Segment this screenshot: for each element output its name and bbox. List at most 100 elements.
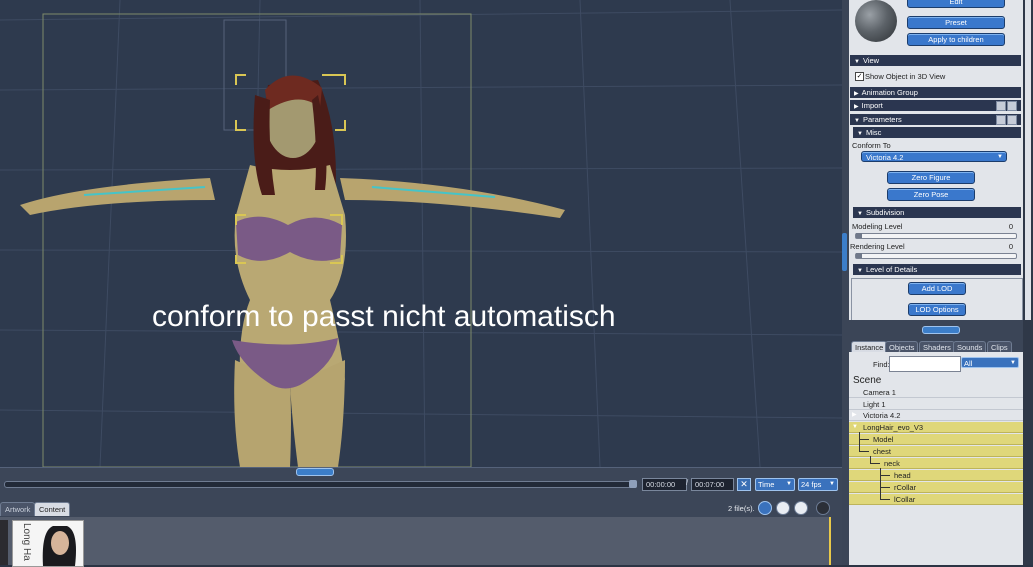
rendering-level-label: Rendering Level	[850, 242, 905, 251]
tree-item-light[interactable]: Light 1	[849, 399, 1023, 410]
zero-figure-button[interactable]: Zero Figure	[887, 171, 975, 184]
tree-item-label: head	[894, 471, 911, 480]
expand-down-icon: ▼	[854, 118, 860, 124]
chevron-down-icon: ▼	[786, 481, 792, 487]
find-input[interactable]	[889, 356, 961, 372]
overlay-caption: conform to passt nicht automatisch	[152, 300, 616, 333]
floor-grid	[0, 0, 842, 467]
timeline-bar: 00:00:00 / 00:07:00 ✕ Time ▼ 24 fps ▼	[0, 467, 842, 502]
tree-connector	[880, 468, 881, 500]
thumbnail-label: Long Ha	[21, 523, 32, 561]
tree-item-label: Victoria 4.2	[863, 411, 901, 420]
tree-connector	[880, 487, 890, 488]
panel-resize-grip[interactable]	[842, 233, 847, 271]
filter-value: All	[964, 359, 973, 368]
tree-item-lcollar[interactable]: lCollar	[849, 494, 1023, 505]
section-parameters-label: Parameters	[862, 115, 902, 124]
close-icon[interactable]: ✕	[737, 478, 751, 491]
right-scrollbar[interactable]	[1023, 0, 1033, 565]
tree-item-label: LongHair_evo_V3	[863, 423, 924, 432]
nav-forward-button[interactable]	[776, 501, 790, 515]
content-scrollbar[interactable]	[829, 517, 831, 565]
chevron-down-icon: ▼	[1010, 360, 1016, 366]
3d-viewport[interactable]: conform to passt nicht automatisch	[0, 0, 842, 467]
tree-item-head[interactable]: head	[849, 470, 1023, 481]
tab-artwork[interactable]: Artwork	[0, 502, 36, 516]
time-separator: /	[686, 478, 689, 487]
section-misc-label: Misc	[865, 128, 882, 137]
tree-item-rcollar[interactable]: rCollar	[849, 482, 1023, 493]
slider-knob[interactable]	[856, 233, 862, 238]
section-view[interactable]: ▼ View	[850, 55, 1021, 66]
expand-down-icon: ▼	[857, 131, 863, 137]
slider-knob[interactable]	[856, 253, 862, 258]
content-panel: Artwork Content 2 file(s). Long Ha	[0, 501, 842, 567]
content-thumbnail-partial[interactable]	[0, 520, 8, 565]
file-count: 2 file(s).	[728, 504, 755, 513]
current-time-field[interactable]: 00:00:00	[642, 478, 687, 491]
time-mode-dropdown[interactable]: Time ▼	[755, 478, 795, 491]
modeling-level-slider[interactable]	[855, 233, 1017, 239]
tree-item-label: lCollar	[894, 495, 916, 504]
edit-button[interactable]: Edit	[907, 0, 1005, 8]
save-icon[interactable]	[996, 101, 1006, 111]
section-import-label: Import	[861, 101, 883, 110]
rendering-level-slider[interactable]	[855, 253, 1017, 259]
tab-content[interactable]: Content	[34, 502, 71, 516]
tree-item-label: Light 1	[863, 400, 886, 409]
expand-right-icon[interactable]: ▶	[852, 410, 857, 421]
show-object-label: Show Object in 3D View	[865, 72, 946, 81]
apply-to-children-button[interactable]: Apply to children	[907, 33, 1005, 46]
tree-item-model[interactable]: Model	[849, 434, 1023, 445]
filter-dropdown[interactable]: All ▼	[961, 357, 1019, 368]
modeling-level-value: 0	[1008, 222, 1013, 231]
expand-right-icon: ▶	[854, 104, 859, 110]
section-subdivision-label: Subdivision	[865, 208, 905, 217]
tree-item-longhair[interactable]: ▼ LongHair_evo_V3	[849, 422, 1023, 433]
add-lod-button[interactable]: Add LOD	[908, 282, 966, 295]
lod-options-button[interactable]: LOD Options	[908, 303, 966, 316]
right-panel: Edit Preset Apply to children ▼ View ✓ Sh…	[842, 0, 1033, 565]
nav-home-button[interactable]	[794, 501, 808, 515]
scrollbar-thumb[interactable]	[1025, 0, 1031, 320]
modeling-level-label: Modeling Level	[852, 222, 903, 231]
section-subdivision[interactable]: ▼ Subdivision	[853, 207, 1021, 218]
expand-down-icon: ▼	[857, 211, 863, 217]
tree-item-label: Camera 1	[863, 388, 896, 397]
panel-splitter-handle[interactable]	[922, 326, 960, 334]
tree-connector	[880, 475, 890, 476]
tree-item-victoria[interactable]: ▶ Victoria 4.2	[849, 410, 1023, 421]
scrubber-knob[interactable]	[629, 480, 637, 488]
lod-box: Add LOD LOD Options	[851, 278, 1023, 320]
timeline-scrubber[interactable]	[4, 480, 637, 488]
section-level-of-details[interactable]: ▼ Level of Details	[853, 264, 1021, 275]
nav-options-button[interactable]	[816, 501, 830, 515]
section-parameters[interactable]: ▼ Parameters	[850, 114, 1021, 125]
fps-dropdown[interactable]: 24 fps ▼	[798, 478, 838, 491]
tree-item-camera[interactable]: Camera 1	[849, 387, 1023, 398]
conform-to-label: Conform To	[852, 141, 891, 150]
viewport-resize-handle[interactable]	[296, 468, 334, 476]
preset-button[interactable]: Preset	[907, 16, 1005, 29]
content-thumbnail[interactable]: Long Ha	[12, 520, 84, 567]
end-time-field[interactable]: 00:07:00	[691, 478, 734, 491]
conform-to-dropdown[interactable]: Victoria 4.2 ▼	[861, 151, 1007, 162]
right-arm	[340, 178, 565, 218]
tree-item-chest[interactable]: chest	[849, 446, 1023, 457]
section-view-label: View	[862, 56, 880, 65]
chevron-down-icon: ▼	[997, 154, 1003, 160]
expand-right-icon: ▶	[854, 91, 859, 97]
scene-title: Scene	[853, 375, 882, 386]
load-icon[interactable]	[1007, 115, 1017, 125]
section-animation-group[interactable]: ▶ Animation Group	[850, 87, 1021, 98]
show-object-checkbox[interactable]: ✓	[855, 72, 864, 81]
nav-back-button[interactable]	[758, 501, 772, 515]
tree-item-label: neck	[884, 459, 900, 468]
expand-down-icon[interactable]: ▼	[852, 422, 858, 433]
save-icon[interactable]	[996, 115, 1006, 125]
section-import[interactable]: ▶ Import	[850, 100, 1021, 111]
zero-pose-button[interactable]: Zero Pose	[887, 188, 975, 201]
expand-down-icon: ▼	[854, 59, 860, 65]
section-misc[interactable]: ▼ Misc	[853, 127, 1021, 138]
load-icon[interactable]	[1007, 101, 1017, 111]
